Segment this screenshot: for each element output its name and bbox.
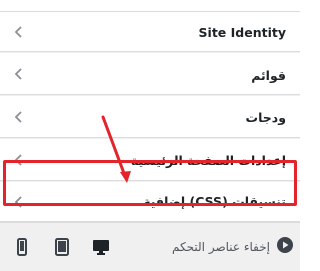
collapse-label: إخفاء عناصر التحكم [172, 240, 270, 254]
chevron-left-icon [12, 110, 26, 124]
menu-item-homepage-settings[interactable]: إعدادات الصفحة الرئيسية [0, 139, 300, 181]
desktop-icon [91, 237, 111, 257]
customizer-footer: إخفاء عناصر التحكم [0, 222, 300, 271]
menu-item-label: Site Identity [198, 25, 286, 40]
menu-item-label: ودجات [245, 110, 286, 125]
menu-item-site-identity[interactable]: Site Identity [0, 12, 300, 52]
desktop-preview-button[interactable] [91, 237, 111, 257]
chevron-left-icon [12, 25, 26, 39]
customizer-panel: Site Identity قوائم ودجات إعدادات الصفحة… [0, 0, 300, 271]
collapse-controls-button[interactable]: إخفاء عناصر التحكم [172, 236, 294, 258]
menu-item-menus[interactable]: قوائم [0, 53, 300, 95]
chevron-left-icon [12, 153, 26, 167]
menu-item-additional-css[interactable]: تنسيقات (CSS) إضافية [0, 182, 300, 222]
mobile-preview-button[interactable] [12, 237, 32, 257]
play-circle-icon [276, 236, 294, 258]
menu-item-label: تنسيقات (CSS) إضافية [143, 194, 286, 209]
chevron-left-icon [12, 195, 26, 209]
menu-item-label: إعدادات الصفحة الرئيسية [130, 153, 286, 168]
menu-item-label: قوائم [251, 68, 286, 83]
menu-item-widgets[interactable]: ودجات [0, 96, 300, 138]
menu-item-top [0, 0, 300, 12]
chevron-left-icon [12, 67, 26, 81]
mobile-icon [12, 237, 32, 257]
tablet-icon [52, 237, 72, 257]
tablet-preview-button[interactable] [52, 237, 72, 257]
